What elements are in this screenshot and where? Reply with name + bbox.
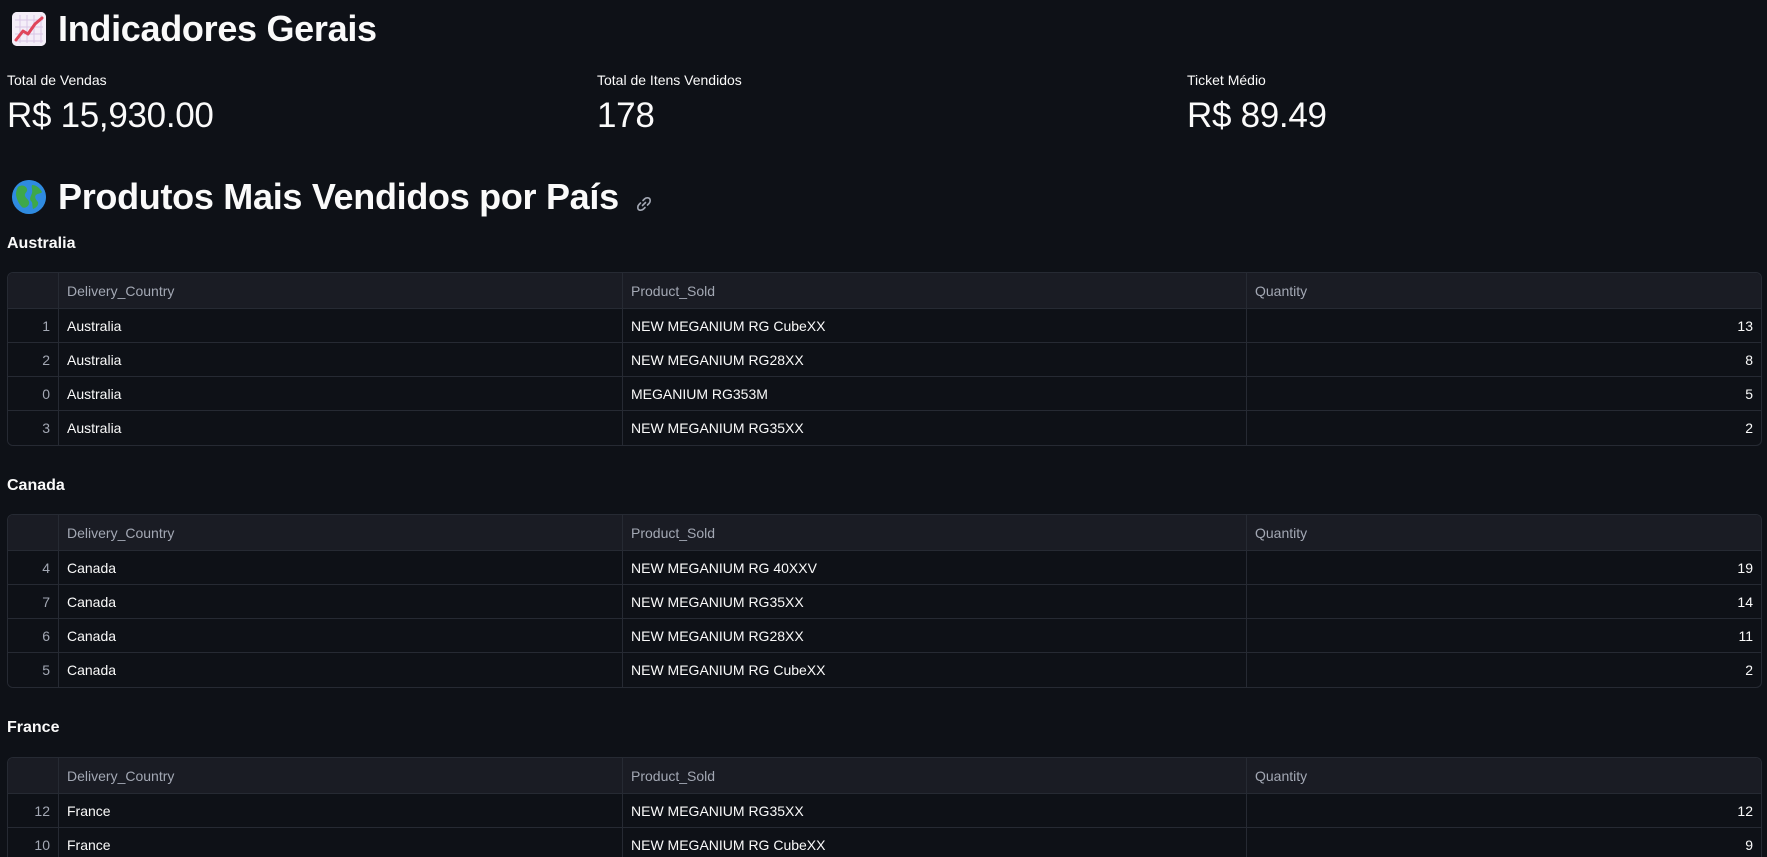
metric-value: R$ 89.49 — [1187, 96, 1327, 135]
cell-quantity[interactable]: 11 — [1247, 619, 1761, 652]
metric-value: R$ 15,930.00 — [7, 96, 214, 135]
table-row[interactable]: 5 Canada NEW MEGANIUM RG CubeXX 2 — [8, 653, 1761, 687]
cell-product[interactable]: NEW MEGANIUM RG35XX — [623, 585, 1247, 618]
cell-country[interactable]: Canada — [59, 653, 623, 687]
cell-quantity[interactable]: 12 — [1247, 794, 1761, 827]
table-row[interactable]: 7 Canada NEW MEGANIUM RG35XX 14 — [8, 585, 1761, 619]
row-index: 10 — [8, 828, 59, 857]
row-index: 0 — [8, 377, 59, 410]
cell-country[interactable]: Canada — [59, 551, 623, 584]
column-header-country[interactable]: Delivery_Country — [59, 273, 623, 308]
country-heading-canada: Canada — [7, 477, 65, 494]
table-france[interactable]: Delivery_Country Product_Sold Quantity 1… — [7, 757, 1762, 857]
table-canada[interactable]: Delivery_Country Product_Sold Quantity 4… — [7, 514, 1762, 688]
table-australia[interactable]: Delivery_Country Product_Sold Quantity 1… — [7, 272, 1762, 446]
index-header — [8, 515, 59, 550]
table-header: Delivery_Country Product_Sold Quantity — [8, 758, 1761, 794]
cell-product[interactable]: NEW MEGANIUM RG35XX — [623, 411, 1247, 445]
table-row[interactable]: 10 France NEW MEGANIUM RG CubeXX 9 — [8, 828, 1761, 857]
column-header-quantity[interactable]: Quantity — [1247, 273, 1761, 308]
row-index: 7 — [8, 585, 59, 618]
row-index: 3 — [8, 411, 59, 445]
cell-quantity[interactable]: 19 — [1247, 551, 1761, 584]
table-header: Delivery_Country Product_Sold Quantity — [8, 273, 1761, 309]
cell-product[interactable]: MEGANIUM RG353M — [623, 377, 1247, 410]
table-header: Delivery_Country Product_Sold Quantity — [8, 515, 1761, 551]
cell-country[interactable]: Australia — [59, 411, 623, 445]
cell-country[interactable]: Australia — [59, 377, 623, 410]
general-indicators-title: Indicadores Gerais — [58, 8, 377, 49]
row-index: 1 — [8, 309, 59, 342]
general-indicators-header: Indicadores Gerais — [12, 8, 377, 50]
cell-country[interactable]: France — [59, 794, 623, 827]
chart-increasing-icon — [12, 12, 46, 46]
column-header-quantity[interactable]: Quantity — [1247, 515, 1761, 550]
cell-quantity[interactable]: 5 — [1247, 377, 1761, 410]
cell-country[interactable]: Australia — [59, 343, 623, 376]
globe-icon — [12, 180, 46, 214]
row-index: 2 — [8, 343, 59, 376]
metric-average-ticket: Ticket Médio R$ 89.49 — [1187, 72, 1327, 136]
cell-product[interactable]: NEW MEGANIUM RG CubeXX — [623, 828, 1247, 857]
row-index: 5 — [8, 653, 59, 687]
metric-value: 178 — [597, 96, 655, 135]
cell-product[interactable]: NEW MEGANIUM RG28XX — [623, 619, 1247, 652]
table-row[interactable]: 1 Australia NEW MEGANIUM RG CubeXX 13 — [8, 309, 1761, 343]
table-row[interactable]: 6 Canada NEW MEGANIUM RG28XX 11 — [8, 619, 1761, 653]
cell-quantity[interactable]: 2 — [1247, 653, 1761, 687]
page: Indicadores Gerais Total de Vendas R$ 15… — [0, 0, 1767, 857]
table-row[interactable]: 3 Australia NEW MEGANIUM RG35XX 2 — [8, 411, 1761, 445]
top-products-header: Produtos Mais Vendidos por País — [12, 172, 653, 222]
metric-label: Ticket Médio — [1187, 72, 1266, 88]
metric-total-items: Total de Itens Vendidos 178 — [597, 72, 742, 136]
column-header-quantity[interactable]: Quantity — [1247, 758, 1761, 793]
cell-quantity[interactable]: 14 — [1247, 585, 1761, 618]
row-index: 6 — [8, 619, 59, 652]
index-header — [8, 273, 59, 308]
row-index: 12 — [8, 794, 59, 827]
metric-label: Total de Itens Vendidos — [597, 72, 742, 88]
metric-label: Total de Vendas — [7, 72, 107, 88]
row-index: 4 — [8, 551, 59, 584]
table-row[interactable]: 4 Canada NEW MEGANIUM RG 40XXV 19 — [8, 551, 1761, 585]
country-heading-france: France — [7, 719, 60, 736]
cell-country[interactable]: Canada — [59, 585, 623, 618]
top-products-title: Produtos Mais Vendidos por País — [58, 176, 619, 217]
cell-country[interactable]: Australia — [59, 309, 623, 342]
metric-total-sales: Total de Vendas R$ 15,930.00 — [7, 72, 214, 136]
cell-product[interactable]: NEW MEGANIUM RG28XX — [623, 343, 1247, 376]
cell-quantity[interactable]: 9 — [1247, 828, 1761, 857]
column-header-product[interactable]: Product_Sold — [623, 273, 1247, 308]
cell-product[interactable]: NEW MEGANIUM RG CubeXX — [623, 309, 1247, 342]
cell-product[interactable]: NEW MEGANIUM RG CubeXX — [623, 653, 1247, 687]
cell-quantity[interactable]: 8 — [1247, 343, 1761, 376]
cell-country[interactable]: Canada — [59, 619, 623, 652]
table-row[interactable]: 12 France NEW MEGANIUM RG35XX 12 — [8, 794, 1761, 828]
cell-quantity[interactable]: 13 — [1247, 309, 1761, 342]
table-row[interactable]: 0 Australia MEGANIUM RG353M 5 — [8, 377, 1761, 411]
cell-product[interactable]: NEW MEGANIUM RG35XX — [623, 794, 1247, 827]
cell-quantity[interactable]: 2 — [1247, 411, 1761, 445]
index-header — [8, 758, 59, 793]
column-header-country[interactable]: Delivery_Country — [59, 515, 623, 550]
column-header-country[interactable]: Delivery_Country — [59, 758, 623, 793]
country-heading-australia: Australia — [7, 235, 76, 252]
column-header-product[interactable]: Product_Sold — [623, 515, 1247, 550]
link-icon[interactable] — [635, 180, 653, 222]
cell-product[interactable]: NEW MEGANIUM RG 40XXV — [623, 551, 1247, 584]
cell-country[interactable]: France — [59, 828, 623, 857]
table-row[interactable]: 2 Australia NEW MEGANIUM RG28XX 8 — [8, 343, 1761, 377]
column-header-product[interactable]: Product_Sold — [623, 758, 1247, 793]
